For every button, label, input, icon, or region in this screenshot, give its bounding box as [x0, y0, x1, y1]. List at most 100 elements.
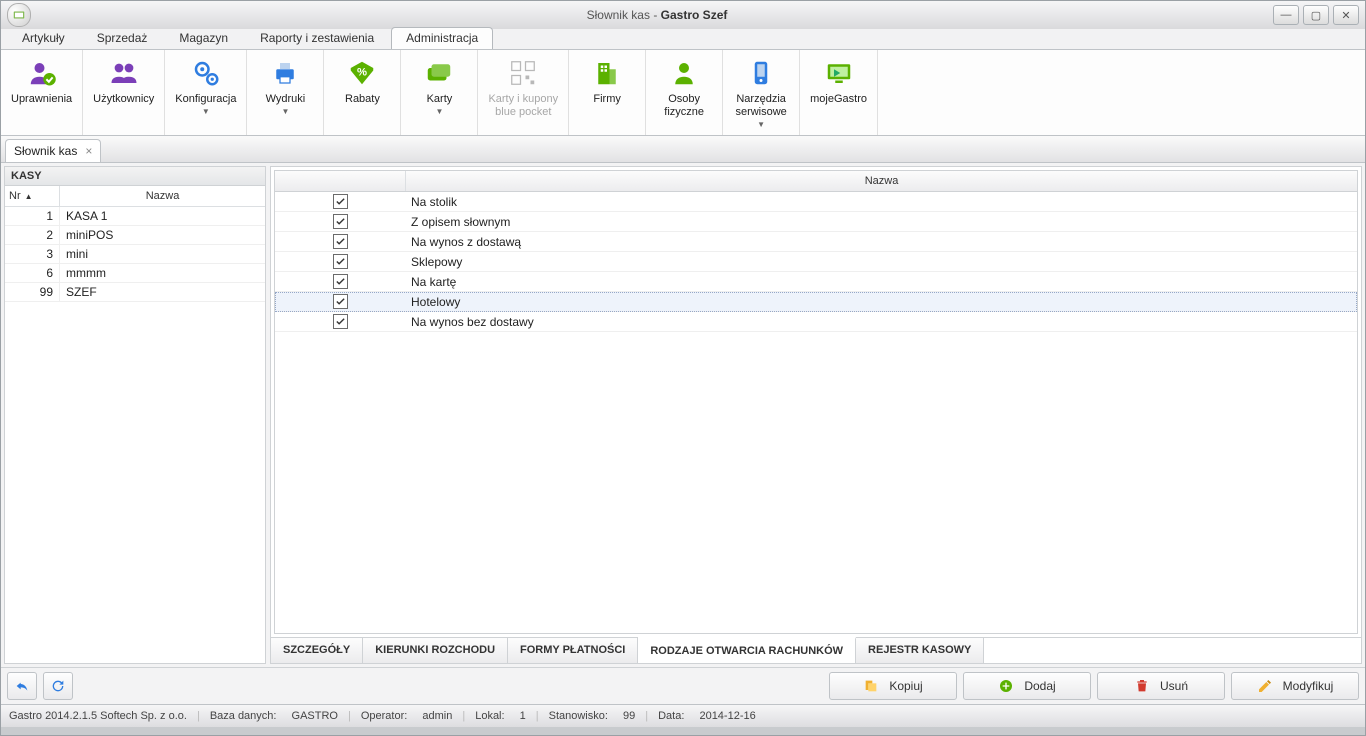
kasa-row[interactable]: 3mini: [5, 245, 265, 264]
person-icon: [669, 56, 699, 90]
trash-icon: [1134, 678, 1150, 694]
checkbox[interactable]: [333, 234, 348, 249]
menu-magazyn[interactable]: Magazyn: [164, 27, 243, 49]
menu-artyku-y[interactable]: Artykuły: [7, 27, 80, 49]
ribbon-narzedzia[interactable]: Narzędziaserwisowe▼: [723, 50, 800, 135]
kasa-row[interactable]: 99SZEF: [5, 283, 265, 302]
grid-row[interactable]: Na wynos bez dostawy: [275, 312, 1357, 332]
delete-button[interactable]: Usuń: [1097, 672, 1225, 700]
ribbon-label: Rabaty: [345, 93, 380, 106]
close-button[interactable]: ✕: [1333, 5, 1359, 25]
close-icon[interactable]: ×: [85, 144, 92, 158]
ribbon-uprawnienia[interactable]: Uprawnienia: [1, 50, 83, 135]
right-panel: Nazwa Na stolikZ opisem słownymNa wynos …: [270, 166, 1362, 664]
grid-cell-name: Na wynos bez dostawy: [405, 315, 1357, 329]
add-button[interactable]: Dodaj: [963, 672, 1091, 700]
status-version: Gastro 2014.2.1.5 Softech Sp. z o.o.: [9, 710, 187, 722]
kasa-row[interactable]: 6mmmm: [5, 264, 265, 283]
document-tab[interactable]: Słownik kas ×: [5, 139, 101, 162]
ribbon-karty[interactable]: Karty▼: [401, 50, 478, 135]
copy-label: Kopiuj: [889, 679, 922, 693]
ribbon-bluepocket: Karty i kuponyblue pocket: [478, 50, 569, 135]
gears-icon: [191, 56, 221, 90]
copy-icon: [863, 678, 879, 694]
tab-rejestr-kasowy[interactable]: REJESTR KASOWY: [856, 638, 984, 663]
menu-raporty-i-zestawienia[interactable]: Raporty i zestawienia: [245, 27, 389, 49]
chevron-down-icon: ▼: [757, 120, 765, 129]
ribbon-label: Osobyfizyczne: [664, 93, 704, 119]
modify-label: Modyfikuj: [1283, 679, 1334, 693]
ribbon-osoby[interactable]: Osobyfizyczne: [646, 50, 723, 135]
app-window: Słownik kas - Gastro Szef — ▢ ✕ Artykuły…: [0, 0, 1366, 736]
qr-icon: [508, 56, 538, 90]
col-nazwa[interactable]: Nazwa: [60, 186, 265, 206]
ribbon-wydruki[interactable]: Wydruki▼: [247, 50, 324, 135]
window-controls: — ▢ ✕: [1273, 5, 1359, 25]
chevron-down-icon: ▼: [281, 107, 289, 116]
grid-cell-name: Hotelowy: [405, 295, 1357, 309]
tab-formy-p-atno-ci[interactable]: FORMY PŁATNOŚCI: [508, 638, 638, 663]
action-bar: Kopiuj Dodaj Usuń Modyfikuj: [1, 667, 1365, 704]
percent-icon: %: [347, 56, 377, 90]
sort-asc-icon: ▲: [25, 192, 33, 201]
grid-row[interactable]: Na stolik: [275, 192, 1357, 212]
ribbon-label: Narzędziaserwisowe: [735, 93, 786, 119]
ribbon-label: Konfiguracja: [175, 93, 236, 106]
tab-rodzaje-otwarcia-rachunk-w[interactable]: RODZAJE OTWARCIA RACHUNKÓW: [638, 637, 856, 663]
checkbox[interactable]: [333, 294, 348, 309]
grid-cell-name: Na stolik: [405, 195, 1357, 209]
maximize-button[interactable]: ▢: [1303, 5, 1329, 25]
body-area: KASY Nr▲ Nazwa 1KASA 12miniPOS3mini6mmmm…: [1, 163, 1365, 667]
printer-icon: [270, 56, 300, 90]
ribbon-label: Firmy: [593, 93, 621, 106]
add-label: Dodaj: [1024, 679, 1055, 693]
menu-sprzeda-[interactable]: Sprzedaż: [82, 27, 163, 49]
grid-row[interactable]: Hotelowy: [275, 292, 1357, 312]
bottom-tabs: SZCZEGÓŁYKIERUNKI ROZCHODUFORMY PŁATNOŚC…: [271, 637, 1361, 663]
svg-text:%: %: [357, 67, 367, 79]
ribbon-toolbar: UprawnieniaUżytkownicyKonfiguracja▼Wydru…: [1, 49, 1365, 136]
grid-col-checkbox[interactable]: [275, 171, 406, 191]
ribbon-firmy[interactable]: Firmy: [569, 50, 646, 135]
kasa-row[interactable]: 2miniPOS: [5, 226, 265, 245]
grid-row[interactable]: Z opisem słownym: [275, 212, 1357, 232]
checkbox[interactable]: [333, 254, 348, 269]
checkbox[interactable]: [333, 314, 348, 329]
grid-row[interactable]: Na kartę: [275, 272, 1357, 292]
grid-cell-name: Na kartę: [405, 275, 1357, 289]
status-stan-label: Stanowisko:: [549, 710, 608, 722]
tab-szczeg-y[interactable]: SZCZEGÓŁY: [271, 638, 363, 663]
undo-button[interactable]: [7, 672, 37, 700]
ribbon-label: Wydruki: [266, 93, 306, 106]
ribbon-konfiguracja[interactable]: Konfiguracja▼: [165, 50, 247, 135]
grid-col-name[interactable]: Nazwa: [406, 171, 1357, 191]
modify-button[interactable]: Modyfikuj: [1231, 672, 1359, 700]
minimize-button[interactable]: —: [1273, 5, 1299, 25]
ribbon-rabaty[interactable]: % Rabaty: [324, 50, 401, 135]
monitor-icon: [824, 56, 854, 90]
status-db-label: Baza danych:: [210, 710, 277, 722]
checkbox[interactable]: [333, 214, 348, 229]
left-panel-header: KASY: [5, 167, 265, 186]
title-app: Gastro Szef: [661, 8, 728, 22]
checkbox[interactable]: [333, 274, 348, 289]
pencil-icon: [1257, 678, 1273, 694]
building-icon: [592, 56, 622, 90]
undo-icon: [14, 678, 30, 694]
copy-button[interactable]: Kopiuj: [829, 672, 957, 700]
ribbon-label: Karty: [427, 93, 453, 106]
menu-administracja[interactable]: Administracja: [391, 27, 493, 49]
checkbox[interactable]: [333, 194, 348, 209]
kasa-row[interactable]: 1KASA 1: [5, 207, 265, 226]
chevron-down-icon: ▼: [435, 107, 443, 116]
grid-row[interactable]: Sklepowy: [275, 252, 1357, 272]
refresh-button[interactable]: [43, 672, 73, 700]
grid: Nazwa Na stolikZ opisem słownymNa wynos …: [274, 170, 1358, 634]
ribbon-mojegastro[interactable]: mojeGastro: [800, 50, 878, 135]
col-nr[interactable]: Nr▲: [5, 186, 60, 206]
grid-header: Nazwa: [275, 171, 1357, 192]
tab-kierunki-rozchodu[interactable]: KIERUNKI ROZCHODU: [363, 638, 508, 663]
ribbon-label: Użytkownicy: [93, 93, 154, 106]
ribbon-uzytkownicy[interactable]: Użytkownicy: [83, 50, 165, 135]
grid-row[interactable]: Na wynos z dostawą: [275, 232, 1357, 252]
